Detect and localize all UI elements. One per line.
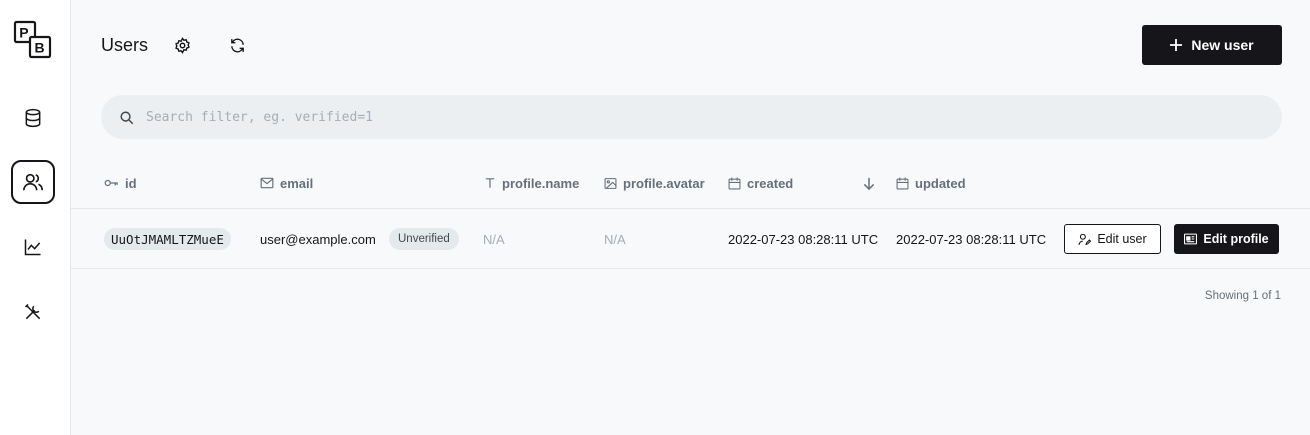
column-label-profile-avatar: profile.avatar xyxy=(623,175,705,191)
sidebar-item-logs[interactable] xyxy=(11,225,55,269)
status-badge: Unverified xyxy=(389,228,459,250)
updated-cell: 2022-07-23 08:28:11 UTC xyxy=(896,231,1047,247)
main-content: Users New user id xyxy=(71,0,1310,435)
column-label-updated: updated xyxy=(915,175,966,191)
column-header-profile-name[interactable]: profile.name xyxy=(484,174,579,192)
image-icon xyxy=(604,177,617,189)
sidebar: P B xyxy=(0,0,71,435)
column-header-updated[interactable]: updated xyxy=(896,174,966,192)
database-icon xyxy=(25,108,41,128)
tools-icon xyxy=(24,303,41,320)
record-id-chip[interactable]: UuOtJMAMLTZMueE xyxy=(104,228,231,250)
collection-settings-button[interactable] xyxy=(168,31,196,59)
column-header-email[interactable]: email xyxy=(260,174,313,192)
edit-profile-button[interactable]: Edit profile xyxy=(1174,224,1279,254)
column-label-email: email xyxy=(280,175,314,191)
sidebar-item-collections[interactable] xyxy=(11,96,55,140)
edit-profile-label: Edit profile xyxy=(1203,232,1269,246)
search-icon xyxy=(120,110,134,124)
search-input[interactable] xyxy=(144,108,1228,126)
new-user-button[interactable]: New user xyxy=(1142,25,1282,65)
refresh-icon xyxy=(230,38,244,52)
plus-icon xyxy=(1170,39,1183,51)
edit-user-label: Edit user xyxy=(1097,232,1147,246)
user-edit-icon xyxy=(1078,233,1092,245)
new-user-label: New user xyxy=(1191,37,1254,53)
mail-icon xyxy=(260,177,274,189)
calendar-icon xyxy=(728,177,741,189)
logo-letter-b: B xyxy=(35,40,45,56)
page-title: Users xyxy=(101,35,149,55)
sidebar-item-users[interactable] xyxy=(11,160,55,204)
created-cell: 2022-07-23 08:28:11 UTC xyxy=(728,231,879,247)
column-header-profile-avatar[interactable]: profile.avatar xyxy=(604,174,705,192)
row-divider xyxy=(71,268,1310,269)
profile-avatar-cell: N/A xyxy=(604,231,626,247)
refresh-button[interactable] xyxy=(223,31,251,59)
pocketbase-logo[interactable]: P B xyxy=(13,20,53,60)
email-cell: user@example.com xyxy=(260,231,376,247)
column-label-profile-name: profile.name xyxy=(502,175,580,191)
arrow-down-icon xyxy=(863,177,875,190)
calendar-icon xyxy=(896,177,909,189)
search-bar[interactable] xyxy=(101,95,1282,139)
column-label-id: id xyxy=(125,175,137,191)
column-label-created: created xyxy=(747,175,794,191)
pagination-status: Showing 1 of 1 xyxy=(1204,290,1281,302)
edit-user-button[interactable]: Edit user xyxy=(1064,224,1161,254)
profile-name-cell: N/A xyxy=(483,231,505,247)
column-header-id[interactable]: id xyxy=(104,174,137,192)
users-icon xyxy=(23,173,43,191)
profile-card-icon xyxy=(1184,233,1198,245)
gear-icon xyxy=(174,36,190,54)
key-icon xyxy=(104,179,118,187)
column-header-created[interactable]: created xyxy=(728,174,793,192)
sort-indicator[interactable] xyxy=(863,174,875,192)
logo-letter-p: P xyxy=(19,25,28,41)
text-icon xyxy=(485,178,495,188)
sidebar-item-settings[interactable] xyxy=(11,290,55,334)
line-chart-icon xyxy=(24,239,41,256)
header-divider xyxy=(71,208,1310,209)
